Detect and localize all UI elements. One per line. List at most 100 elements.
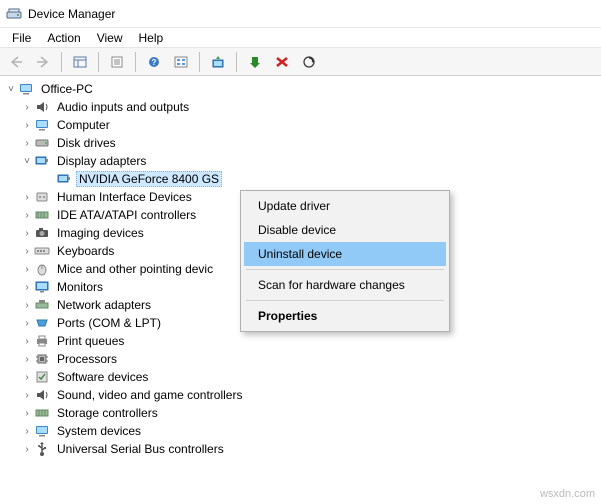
tree-item-label: System devices [54,423,144,439]
view-button[interactable] [169,51,193,73]
chevron-right-icon[interactable]: › [20,372,34,383]
help-button[interactable]: ? [142,51,166,73]
tree-item-label: Mice and other pointing devic [54,261,216,277]
back-button[interactable] [4,51,28,73]
toolbar-separator [236,52,237,72]
svg-text:?: ? [152,58,157,67]
tree-item-nvidia[interactable]: NVIDIA GeForce 8400 GS [2,170,599,188]
forward-button[interactable] [31,51,55,73]
tree-item-usb[interactable]: › Universal Serial Bus controllers [2,440,599,458]
cpu-icon [34,351,50,367]
tree-item-audio[interactable]: › Audio inputs and outputs [2,98,599,116]
chevron-right-icon[interactable]: › [20,318,34,329]
tree-item-label: Display adapters [54,153,149,169]
tree-item-label: Processors [54,351,120,367]
tree-item-label: Audio inputs and outputs [54,99,192,115]
chevron-right-icon[interactable]: › [20,336,34,347]
chevron-right-icon[interactable]: › [20,264,34,275]
chevron-down-icon[interactable]: ˅ [4,84,18,95]
chevron-right-icon[interactable]: › [20,300,34,311]
menu-action[interactable]: Action [39,29,88,47]
tree-item-label: Sound, video and game controllers [54,387,245,403]
controller-icon [34,207,50,223]
tree-item-display[interactable]: ˅ Display adapters [2,152,599,170]
display-adapter-icon [56,171,72,187]
chevron-right-icon[interactable]: › [20,228,34,239]
chevron-right-icon[interactable]: › [20,354,34,365]
printer-icon [34,333,50,349]
context-separator [246,300,444,301]
usb-icon [34,441,50,457]
context-properties[interactable]: Properties [244,304,446,328]
monitor-icon [34,279,50,295]
toolbar-separator [61,52,62,72]
chevron-right-icon[interactable]: › [20,102,34,113]
chevron-right-icon[interactable]: › [20,246,34,257]
menu-help[interactable]: Help [131,29,172,47]
context-scan-hardware[interactable]: Scan for hardware changes [244,273,446,297]
scan-hardware-button[interactable] [297,51,321,73]
context-uninstall-device[interactable]: Uninstall device [244,242,446,266]
display-adapter-icon [34,153,50,169]
toolbar-separator [135,52,136,72]
enable-button[interactable] [243,51,267,73]
chevron-right-icon[interactable]: › [20,390,34,401]
menubar: File Action View Help [0,28,601,48]
disk-icon [34,135,50,151]
chevron-right-icon[interactable]: › [20,282,34,293]
tree-item-label: Storage controllers [54,405,161,421]
window-title: Device Manager [28,7,115,21]
tree-item-label: Imaging devices [54,225,147,241]
network-icon [34,297,50,313]
titlebar: Device Manager [0,0,601,28]
chevron-right-icon[interactable]: › [20,192,34,203]
software-icon [34,369,50,385]
toolbar-separator [98,52,99,72]
show-hidden-button[interactable] [68,51,92,73]
tree-item-software[interactable]: › Software devices [2,368,599,386]
tree-item-label: NVIDIA GeForce 8400 GS [76,171,222,187]
computer-icon [34,117,50,133]
update-driver-button[interactable] [206,51,230,73]
tree-item-disk[interactable]: › Disk drives [2,134,599,152]
tree-item-label: Print queues [54,333,127,349]
tree-item-label: IDE ATA/ATAPI controllers [54,207,199,223]
app-icon [6,6,22,22]
watermark: wsxdn.com [540,488,595,500]
tree-root[interactable]: ˅ Office-PC [2,80,599,98]
toolbar: ? [0,48,601,76]
chevron-right-icon[interactable]: › [20,138,34,149]
hid-icon [34,189,50,205]
port-icon [34,315,50,331]
menu-file[interactable]: File [4,29,39,47]
tree-item-label: Universal Serial Bus controllers [54,441,227,457]
camera-icon [34,225,50,241]
context-update-driver[interactable]: Update driver [244,194,446,218]
keyboard-icon [34,243,50,259]
uninstall-button[interactable] [270,51,294,73]
context-disable-device[interactable]: Disable device [244,218,446,242]
tree-item-printqueues[interactable]: › Print queues [2,332,599,350]
context-menu: Update driver Disable device Uninstall d… [240,190,450,332]
chevron-right-icon[interactable]: › [20,426,34,437]
controller-icon [34,405,50,421]
chevron-right-icon[interactable]: › [20,444,34,455]
properties-button[interactable] [105,51,129,73]
tree-item-label: Software devices [54,369,151,385]
tree-item-label: Human Interface Devices [54,189,195,205]
tree-item-storage[interactable]: › Storage controllers [2,404,599,422]
context-separator [246,269,444,270]
speaker-icon [34,387,50,403]
chevron-right-icon[interactable]: › [20,408,34,419]
chevron-down-icon[interactable]: ˅ [20,156,34,167]
tree-item-system[interactable]: › System devices [2,422,599,440]
chevron-right-icon[interactable]: › [20,210,34,221]
system-icon [34,423,50,439]
tree-item-sound[interactable]: › Sound, video and game controllers [2,386,599,404]
toolbar-separator [199,52,200,72]
tree-item-computer[interactable]: › Computer [2,116,599,134]
menu-view[interactable]: View [89,29,131,47]
computer-icon [18,81,34,97]
chevron-right-icon[interactable]: › [20,120,34,131]
tree-item-processors[interactable]: › Processors [2,350,599,368]
